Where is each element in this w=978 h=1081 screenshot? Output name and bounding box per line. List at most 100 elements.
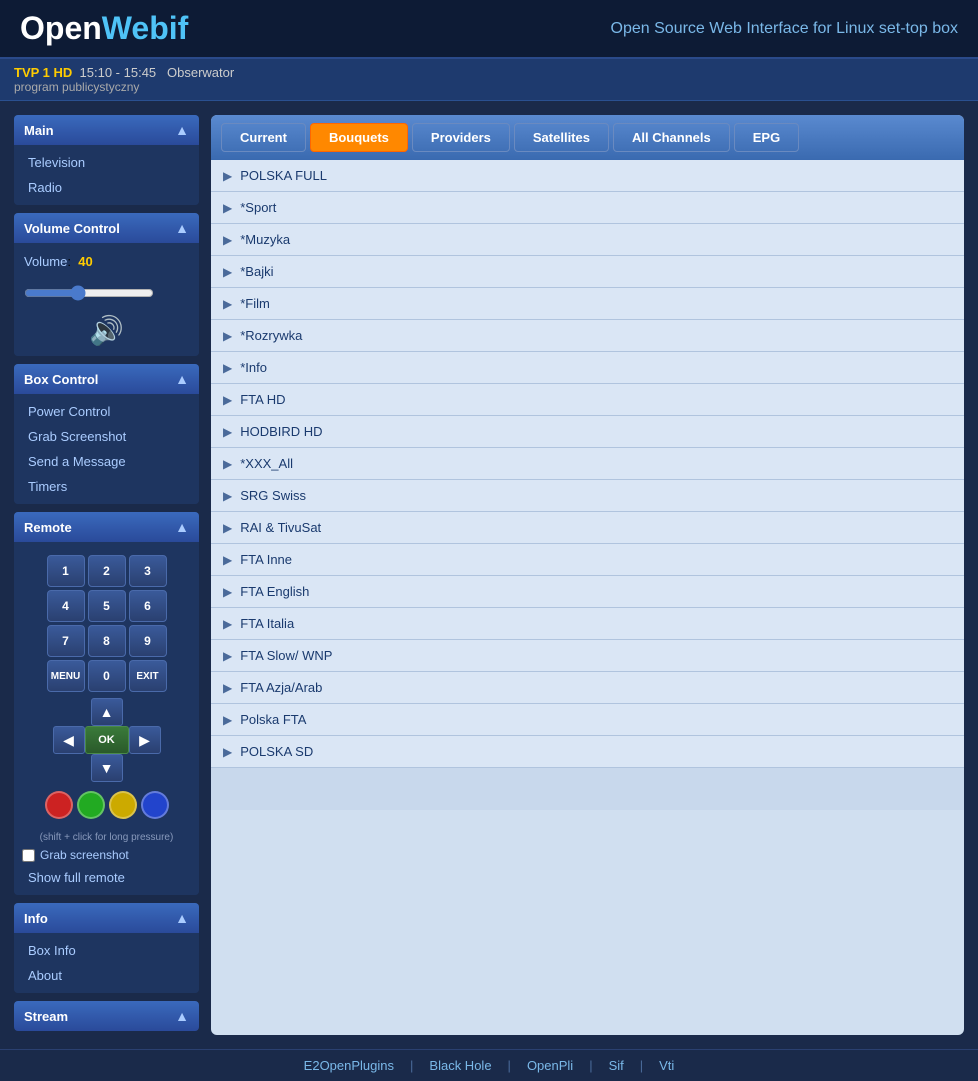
remote-btn-yellow[interactable] <box>109 791 137 819</box>
sidebar-item-show-full-remote[interactable]: Show full remote <box>14 865 199 890</box>
remote-shift-note: (shift + click for long pressure) <box>14 830 199 845</box>
tab-providers[interactable]: Providers <box>412 123 510 152</box>
sidebar-main-content: Television Radio <box>14 145 199 205</box>
sidebar-item-grab-screenshot[interactable]: Grab Screenshot <box>14 424 199 449</box>
remote-grid: 1 2 3 4 5 6 7 8 9 <box>14 547 199 830</box>
remote-btn-6[interactable]: 6 <box>129 590 167 622</box>
bouquet-name: *Bajki <box>240 264 273 279</box>
sidebar-item-send-message[interactable]: Send a Message <box>14 449 199 474</box>
footer-separator: | <box>640 1058 643 1073</box>
sidebar-item-timers[interactable]: Timers <box>14 474 199 499</box>
footer-link-vti[interactable]: Vti <box>659 1058 674 1073</box>
bouquet-item[interactable]: ▶FTA Inne <box>211 544 964 576</box>
bouquet-item[interactable]: ▶*Info <box>211 352 964 384</box>
bouquet-item[interactable]: ▶FTA Slow/ WNP <box>211 640 964 672</box>
sidebar-volume-label: Volume Control <box>24 221 120 236</box>
remote-btn-up[interactable]: ▲ <box>91 698 123 726</box>
sidebar-item-about[interactable]: About <box>14 963 199 988</box>
remote-btn-8[interactable]: 8 <box>88 625 126 657</box>
dpad-row-mid: ◀ OK ▶ <box>53 726 161 754</box>
bouquet-item[interactable]: ▶FTA HD <box>211 384 964 416</box>
collapse-icon-main: ▲ <box>175 122 189 138</box>
remote-btn-9[interactable]: 9 <box>129 625 167 657</box>
bouquet-item[interactable]: ▶ *Bajki <box>211 256 964 288</box>
bouquet-item[interactable]: ▶FTA Italia <box>211 608 964 640</box>
sidebar-section-volume: Volume Control ▲ Volume: 40 🔊 <box>14 213 199 356</box>
bouquet-item[interactable]: ▶RAI & TivuSat <box>211 512 964 544</box>
sidebar-section-volume-header[interactable]: Volume Control ▲ <box>14 213 199 243</box>
footer-separator: | <box>508 1058 511 1073</box>
sidebar-item-power-control[interactable]: Power Control <box>14 399 199 424</box>
remote-btn-red[interactable] <box>45 791 73 819</box>
grab-screenshot-label[interactable]: Grab screenshot <box>40 848 129 862</box>
sidebar-section-info: Info ▲ Box Info About <box>14 903 199 993</box>
remote-btn-0[interactable]: 0 <box>88 660 126 692</box>
sidebar-info-label: Info <box>24 911 48 926</box>
remote-btn-blue[interactable] <box>141 791 169 819</box>
tab-bouquets[interactable]: Bouquets <box>310 123 408 152</box>
sidebar-item-box-info[interactable]: Box Info <box>14 938 199 963</box>
bouquet-arrow: ▶ <box>223 265 232 279</box>
logo: OpenWebif <box>20 10 188 47</box>
nowplaying-show: Obserwator <box>160 65 234 80</box>
logo-open: Open <box>20 10 102 46</box>
dpad-row-down: ▼ <box>91 754 123 782</box>
sidebar-item-television[interactable]: Television <box>14 150 199 175</box>
sidebar-section-box-control-header[interactable]: Box Control ▲ <box>14 364 199 394</box>
bouquet-item[interactable]: ▶SRG Swiss <box>211 480 964 512</box>
sidebar-item-radio[interactable]: Radio <box>14 175 199 200</box>
remote-btn-3[interactable]: 3 <box>129 555 167 587</box>
bouquet-name: FTA Azja/Arab <box>240 680 322 695</box>
remote-btn-green[interactable] <box>77 791 105 819</box>
remote-btn-left[interactable]: ◀ <box>53 726 85 754</box>
remote-btn-7[interactable]: 7 <box>47 625 85 657</box>
grab-screenshot-checkbox[interactable] <box>22 849 35 862</box>
bouquet-name: HODBIRD HD <box>240 424 322 439</box>
dpad-row-up: ▲ <box>91 698 123 726</box>
remote-row-3: 7 8 9 <box>47 625 167 657</box>
remote-btn-5[interactable]: 5 <box>88 590 126 622</box>
bouquet-item[interactable]: ▶Polska FTA <box>211 704 964 736</box>
bouquet-item[interactable]: ▶FTA Azja/Arab <box>211 672 964 704</box>
sidebar-section-main-header[interactable]: Main ▲ <box>14 115 199 145</box>
remote-btn-2[interactable]: 2 <box>88 555 126 587</box>
bouquet-item[interactable]: ▶POLSKA FULL <box>211 160 964 192</box>
sidebar-section-remote-header[interactable]: Remote ▲ <box>14 512 199 542</box>
remote-btn-menu[interactable]: MENU <box>47 660 85 692</box>
tab-all-channels[interactable]: All Channels <box>613 123 730 152</box>
sidebar-section-info-header[interactable]: Info ▲ <box>14 903 199 933</box>
footer-link-openpli[interactable]: OpenPli <box>527 1058 573 1073</box>
bouquet-name: FTA HD <box>240 392 285 407</box>
bouquet-item[interactable]: ▶FTA English <box>211 576 964 608</box>
bouquet-item[interactable]: ▶*Sport <box>211 192 964 224</box>
bouquet-item[interactable]: ▶*Muzyka <box>211 224 964 256</box>
remote-btn-1[interactable]: 1 <box>47 555 85 587</box>
tab-current[interactable]: Current <box>221 123 306 152</box>
bouquet-name: *Film <box>240 296 270 311</box>
footer-link-sif[interactable]: Sif <box>609 1058 624 1073</box>
bouquet-name: Polska FTA <box>240 712 306 727</box>
volume-slider[interactable] <box>24 285 154 301</box>
remote-btn-ok[interactable]: OK <box>85 726 129 754</box>
bouquet-name: POLSKA FULL <box>240 168 327 183</box>
remote-btn-down[interactable]: ▼ <box>91 754 123 782</box>
bouquet-name: *Info <box>240 360 267 375</box>
sidebar-section-box-control: Box Control ▲ Power Control Grab Screens… <box>14 364 199 504</box>
remote-btn-4[interactable]: 4 <box>47 590 85 622</box>
tab-epg[interactable]: EPG <box>734 123 799 152</box>
bouquet-arrow: ▶ <box>223 617 232 631</box>
bouquet-name: *Muzyka <box>240 232 290 247</box>
footer-link-e2openplugins[interactable]: E2OpenPlugins <box>304 1058 394 1073</box>
bouquet-item[interactable]: ▶*Film <box>211 288 964 320</box>
sidebar-section-stream-header[interactable]: Stream ▲ <box>14 1001 199 1031</box>
tab-satellites[interactable]: Satellites <box>514 123 609 152</box>
footer-link-black-hole[interactable]: Black Hole <box>429 1058 491 1073</box>
bouquet-item[interactable]: ▶HODBIRD HD <box>211 416 964 448</box>
bouquet-item[interactable]: ▶*XXX_All <box>211 448 964 480</box>
sidebar-section-main: Main ▲ Television Radio <box>14 115 199 205</box>
remote-btn-right[interactable]: ▶ <box>129 726 161 754</box>
bouquet-item[interactable]: ▶POLSKA SD <box>211 736 964 768</box>
bouquet-item[interactable]: ▶*Rozrywka <box>211 320 964 352</box>
volume-row: Volume: 40 <box>14 248 199 275</box>
remote-btn-exit[interactable]: EXIT <box>129 660 167 692</box>
